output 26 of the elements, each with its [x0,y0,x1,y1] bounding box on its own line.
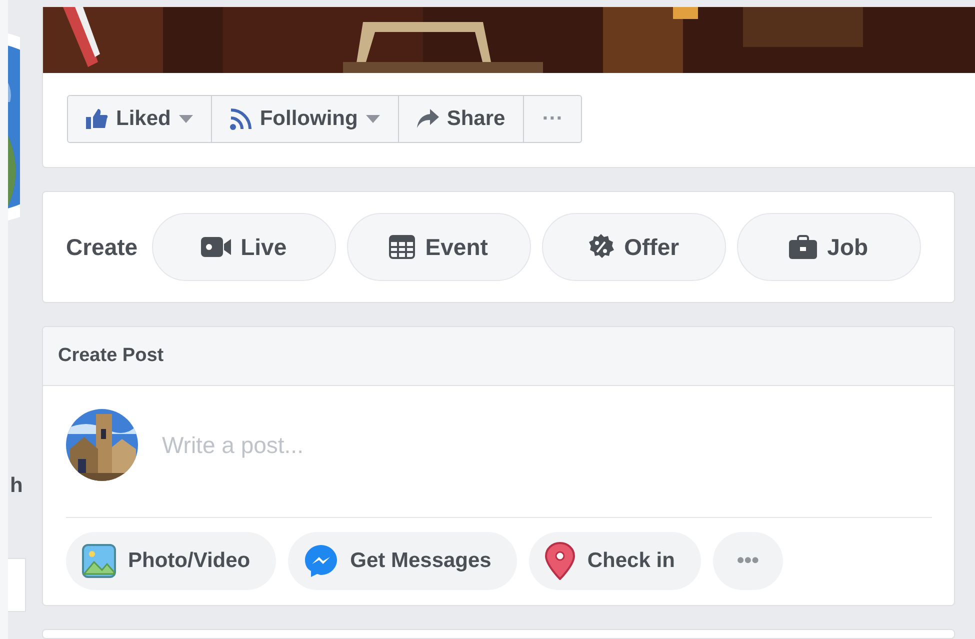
caret-icon [178,115,193,123]
checkin-button[interactable]: Check in [529,532,701,590]
briefcase-icon [789,235,818,259]
card-title: Create Post [58,345,164,367]
calendar-icon [389,235,416,259]
chat-bubble-icon [304,544,338,578]
create-label: Create [66,234,138,260]
location-pin-icon [545,542,576,580]
sidebar-text: h [10,474,23,498]
like-button[interactable]: Liked [67,95,212,143]
photo-button[interactable]: Photo/Video [66,532,276,590]
event-button[interactable]: Event [346,213,531,281]
video-camera-icon [200,236,231,258]
side-panel [8,558,26,612]
messages-button[interactable]: Get Messages [288,532,518,590]
job-button[interactable]: Job [736,213,921,281]
caret-icon [366,115,380,123]
rss-icon [230,108,252,130]
live-button[interactable]: Live [152,213,336,281]
percent-badge-icon [588,234,614,260]
thumbs-up-icon [86,109,108,129]
follow-button[interactable]: Following [212,95,399,143]
offer-button[interactable]: Offer [542,213,726,281]
photo-icon [82,544,116,578]
share-arrow-icon [416,109,439,129]
share-button[interactable]: Share [398,95,524,143]
